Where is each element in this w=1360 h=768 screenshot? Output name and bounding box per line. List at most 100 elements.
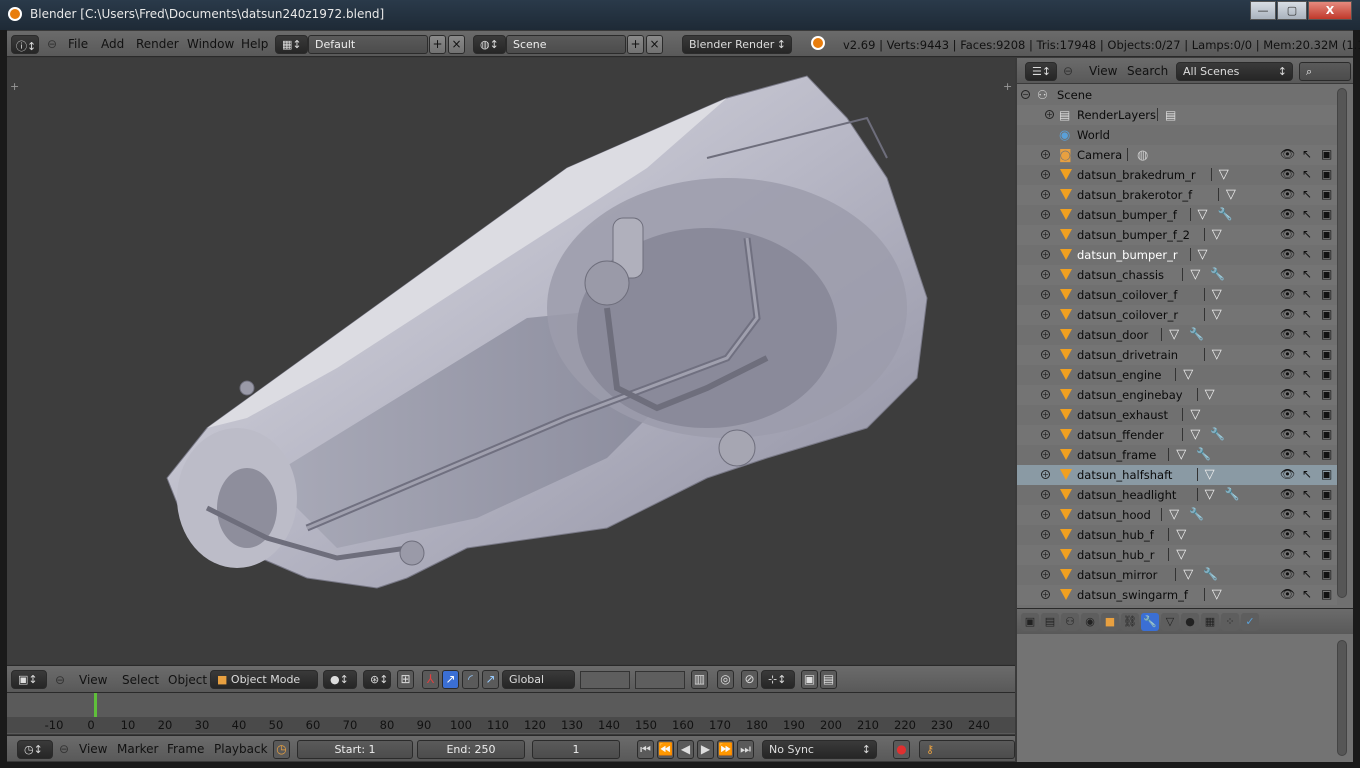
expand-toggle-icon[interactable]: + bbox=[1041, 230, 1050, 239]
eye-icon[interactable]: 👁 bbox=[1280, 427, 1295, 441]
proportional-edit-icon[interactable]: ◎ bbox=[717, 670, 734, 689]
play-reverse-icon[interactable]: ◀ bbox=[677, 740, 694, 759]
expand-toggle-icon[interactable]: + bbox=[1041, 490, 1050, 499]
eye-icon[interactable]: 👁 bbox=[1280, 587, 1295, 601]
particles-tab-icon[interactable]: ⁘ bbox=[1221, 613, 1239, 631]
jump-start-icon[interactable]: ⏮ bbox=[637, 740, 654, 759]
mesh-data-tab-icon[interactable]: ▽ bbox=[1161, 613, 1179, 631]
cursor-icon[interactable]: ↖ bbox=[1302, 507, 1312, 521]
editor-type-outliner-button[interactable]: ☰↕ bbox=[1025, 62, 1057, 81]
physics-tab-icon[interactable]: ✓ bbox=[1241, 613, 1259, 631]
keying-set-field[interactable]: ⚷ bbox=[919, 740, 1015, 759]
scene-selector-icon[interactable]: ◍↕ bbox=[473, 35, 506, 54]
expand-toggle-icon[interactable]: + bbox=[1041, 370, 1050, 379]
maximize-button[interactable]: ▢ bbox=[1277, 1, 1307, 20]
texture-tab-icon[interactable]: ▦ bbox=[1201, 613, 1219, 631]
cursor-icon[interactable]: ↖ bbox=[1302, 487, 1312, 501]
eye-icon[interactable]: 👁 bbox=[1280, 147, 1295, 161]
outliner-row-object[interactable]: + datsun_enginebay ▽ 👁 ↖ ▣ bbox=[1017, 385, 1337, 405]
render-camera-icon[interactable]: ▣ bbox=[1321, 487, 1332, 501]
outliner-row-scene[interactable]: − ⚇ Scene bbox=[1017, 85, 1337, 105]
render-camera-icon[interactable]: ▣ bbox=[1321, 527, 1332, 541]
start-frame-field[interactable]: Start: 1 bbox=[297, 740, 413, 759]
cursor-icon[interactable]: ↖ bbox=[1302, 527, 1312, 541]
cursor-icon[interactable]: ↖ bbox=[1302, 227, 1312, 241]
cursor-icon[interactable]: ↖ bbox=[1302, 187, 1312, 201]
world-tab-icon[interactable]: ◉ bbox=[1081, 613, 1099, 631]
cursor-icon[interactable]: ↖ bbox=[1302, 147, 1312, 161]
snap-element-dropdown[interactable]: ⊹↕ bbox=[761, 670, 795, 689]
render-camera-icon[interactable]: ▣ bbox=[1321, 147, 1332, 161]
render-camera-icon[interactable]: ▣ bbox=[1321, 547, 1332, 561]
cursor-icon[interactable]: ↖ bbox=[1302, 267, 1312, 281]
expand-toggle-icon[interactable]: + bbox=[1041, 430, 1050, 439]
collapse-menu-icon[interactable]: ⊖ bbox=[59, 742, 69, 756]
expand-toggle-icon[interactable]: + bbox=[1041, 450, 1050, 459]
expand-toggle-icon[interactable]: + bbox=[1041, 270, 1050, 279]
expand-toggle-icon[interactable]: + bbox=[1041, 150, 1050, 159]
outliner-row-object[interactable]: + datsun_bumper_f ▽ 🔧 👁 ↖ ▣ bbox=[1017, 205, 1337, 225]
eye-icon[interactable]: 👁 bbox=[1280, 187, 1295, 201]
outliner-row-object[interactable]: + datsun_hood ▽ 🔧 👁 ↖ ▣ bbox=[1017, 505, 1337, 525]
jump-keyframe-forward-icon[interactable]: ⏩ bbox=[717, 740, 734, 759]
render-camera-icon[interactable]: ▣ bbox=[1321, 307, 1332, 321]
menu-frame[interactable]: Frame bbox=[167, 742, 204, 756]
expand-toggle-icon[interactable]: + bbox=[1041, 310, 1050, 319]
cursor-icon[interactable]: ↖ bbox=[1302, 307, 1312, 321]
render-camera-icon[interactable]: ▣ bbox=[1321, 407, 1332, 421]
outliner-row-object[interactable]: + datsun_bumper_r ▽ 👁 ↖ ▣ bbox=[1017, 245, 1337, 265]
menu-search[interactable]: Search bbox=[1127, 64, 1168, 78]
outliner-row-object[interactable]: + datsun_halfshaft ▽ 👁 ↖ ▣ bbox=[1017, 465, 1337, 485]
render-camera-icon[interactable]: ▣ bbox=[1321, 207, 1332, 221]
render-camera-icon[interactable]: ▣ bbox=[1321, 467, 1332, 481]
outliner-row-camera[interactable]: + ◙ Camera ◍ 👁 ↖ ▣ bbox=[1017, 145, 1337, 165]
render-camera-icon[interactable]: ▣ bbox=[1321, 267, 1332, 281]
expand-toggle-icon[interactable]: + bbox=[1041, 190, 1050, 199]
screen-layout-field[interactable]: Default bbox=[308, 35, 428, 54]
menu-object[interactable]: Object bbox=[168, 673, 207, 687]
outliner-row-object[interactable]: + datsun_swingarm_f ▽ 👁 ↖ ▣ bbox=[1017, 585, 1337, 605]
delete-screen-icon[interactable]: × bbox=[448, 35, 465, 54]
cursor-icon[interactable]: ↖ bbox=[1302, 247, 1312, 261]
manipulator-toggle-icon[interactable]: ⊞ bbox=[397, 670, 414, 689]
snap-toggle-icon[interactable]: ⊘ bbox=[741, 670, 758, 689]
cursor-icon[interactable]: ↖ bbox=[1302, 327, 1312, 341]
sync-mode-dropdown[interactable]: No Sync ↕ bbox=[762, 740, 877, 759]
render-camera-icon[interactable]: ▣ bbox=[1321, 227, 1332, 241]
cursor-icon[interactable]: ↖ bbox=[1302, 347, 1312, 361]
cursor-icon[interactable]: ↖ bbox=[1302, 407, 1312, 421]
outliner-search-input[interactable]: ⌕ bbox=[1299, 62, 1351, 81]
eye-icon[interactable]: 👁 bbox=[1280, 227, 1295, 241]
render-camera-icon[interactable]: ▣ bbox=[1321, 507, 1332, 521]
outliner-row-object[interactable]: + datsun_hub_f ▽ 👁 ↖ ▣ bbox=[1017, 525, 1337, 545]
eye-icon[interactable]: 👁 bbox=[1280, 367, 1295, 381]
expand-toggle-icon[interactable]: + bbox=[1041, 570, 1050, 579]
properties-panel[interactable] bbox=[1017, 634, 1353, 762]
transform-icon[interactable]: ↗ bbox=[482, 670, 499, 689]
properties-scrollbar[interactable] bbox=[1337, 640, 1347, 756]
expand-toggle-icon[interactable]: + bbox=[1041, 530, 1050, 539]
eye-icon[interactable]: 👁 bbox=[1280, 487, 1295, 501]
eye-icon[interactable]: 👁 bbox=[1280, 567, 1295, 581]
eye-icon[interactable]: 👁 bbox=[1280, 387, 1295, 401]
render-camera-icon[interactable]: ▣ bbox=[1321, 587, 1332, 601]
eye-icon[interactable]: 👁 bbox=[1280, 287, 1295, 301]
3d-viewport[interactable]: + + bbox=[7, 58, 1015, 664]
layers-grid-b[interactable] bbox=[635, 671, 685, 689]
eye-icon[interactable]: 👁 bbox=[1280, 247, 1295, 261]
jump-keyframe-back-icon[interactable]: ⏪ bbox=[657, 740, 674, 759]
render-image-icon[interactable]: ▣ bbox=[801, 670, 818, 689]
outliner-row-object[interactable]: + datsun_drivetrain ▽ 👁 ↖ ▣ bbox=[1017, 345, 1337, 365]
current-frame-marker[interactable] bbox=[94, 693, 97, 717]
eye-icon[interactable]: 👁 bbox=[1280, 327, 1295, 341]
cursor-icon[interactable]: ↖ bbox=[1302, 547, 1312, 561]
render-camera-icon[interactable]: ▣ bbox=[1321, 327, 1332, 341]
render-tab-icon[interactable]: ▣ bbox=[1021, 613, 1039, 631]
eye-icon[interactable]: 👁 bbox=[1280, 307, 1295, 321]
menu-view[interactable]: View bbox=[79, 673, 107, 687]
cursor-icon[interactable]: ↖ bbox=[1302, 287, 1312, 301]
menu-view[interactable]: View bbox=[1089, 64, 1117, 78]
close-button[interactable]: X bbox=[1308, 1, 1352, 20]
cursor-icon[interactable]: ↖ bbox=[1302, 587, 1312, 601]
transform-orientation-dropdown[interactable]: Global bbox=[502, 670, 575, 689]
